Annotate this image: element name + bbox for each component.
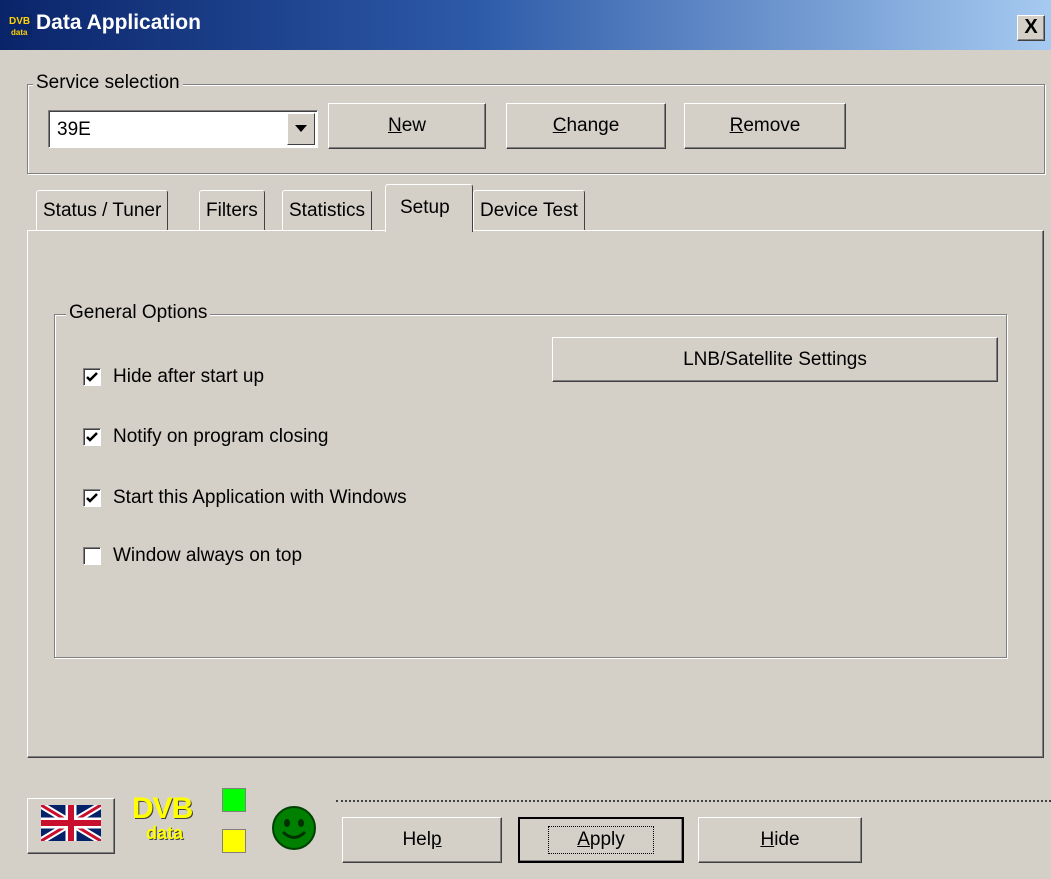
tab-filters[interactable]: Filters	[199, 190, 265, 230]
language-button[interactable]	[27, 798, 115, 854]
svg-text:data: data	[11, 28, 28, 37]
checkbox[interactable]	[83, 368, 101, 386]
option-hide-after-start-up[interactable]: Hide after start up	[83, 366, 264, 388]
change-button[interactable]: Change	[506, 103, 666, 149]
footer-separator	[336, 800, 1051, 802]
tab-status-tuner[interactable]: Status / Tuner	[36, 190, 169, 230]
focus-rectangle: Apply	[548, 826, 654, 854]
apply-button[interactable]: Apply	[518, 817, 684, 863]
remove-button[interactable]: Remove	[684, 103, 846, 149]
smiley-icon	[271, 805, 317, 857]
status-led-yellow	[222, 829, 246, 853]
option-notify-on-program-closing[interactable]: Notify on program closing	[83, 426, 328, 448]
uk-flag-icon	[39, 801, 103, 847]
checkbox[interactable]	[83, 547, 101, 565]
help-button[interactable]: Hel p	[342, 817, 502, 863]
svg-text:DVB: DVB	[9, 16, 30, 27]
checkbox[interactable]	[83, 489, 101, 507]
status-led-green	[222, 788, 246, 812]
tab-device-test[interactable]: Device Test	[473, 190, 585, 230]
option-start-with-windows[interactable]: Start this Application with Windows	[83, 487, 407, 509]
new-button[interactable]: New	[328, 103, 486, 149]
general-options-legend: General Options	[66, 302, 211, 324]
tab-setup[interactable]: Setup	[385, 184, 473, 232]
service-combobox[interactable]: 39E	[48, 110, 318, 148]
tab-statistics[interactable]: Statistics	[282, 190, 373, 230]
chevron-down-icon[interactable]	[287, 113, 315, 145]
app-logo-icon: DVB data	[8, 14, 32, 38]
window-title: Data Application	[36, 11, 201, 34]
close-button[interactable]: X	[1017, 15, 1045, 41]
service-selection-legend: Service selection	[33, 72, 183, 94]
lnb-satellite-settings-button[interactable]: LNB/Satellite Settings	[552, 337, 998, 382]
checkbox[interactable]	[83, 428, 101, 446]
option-window-always-on-top[interactable]: Window always on top	[83, 545, 302, 567]
close-icon: X	[1024, 16, 1038, 38]
service-combobox-value: 39E	[57, 119, 91, 140]
hide-button[interactable]: Hide	[698, 817, 862, 863]
dvb-data-logo: DVB data	[132, 792, 193, 843]
